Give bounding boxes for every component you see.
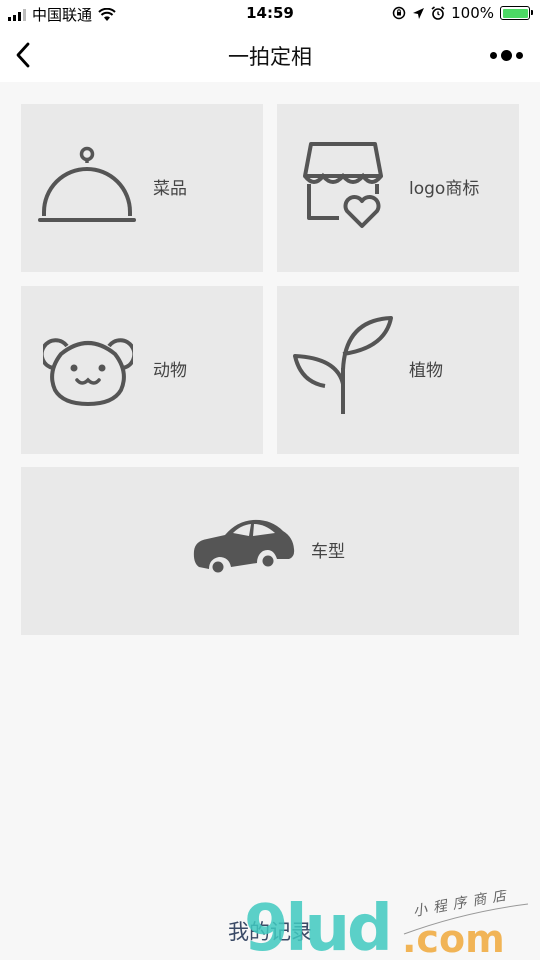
- more-dot: [515, 51, 523, 59]
- category-card-logo[interactable]: logo商标: [277, 104, 519, 272]
- category-card-animal[interactable]: 动物: [21, 286, 263, 454]
- more-button[interactable]: [486, 42, 526, 68]
- category-label: logo商标: [409, 179, 480, 199]
- category-card-food[interactable]: 菜品: [21, 104, 263, 272]
- alarm-icon: [431, 6, 445, 20]
- location-arrow-icon: [413, 7, 425, 19]
- more-dot: [500, 49, 512, 61]
- more-dot: [489, 51, 497, 59]
- category-label: 植物: [409, 361, 443, 381]
- battery-percent: 100%: [451, 4, 494, 22]
- category-card-plant[interactable]: 植物: [277, 286, 519, 454]
- battery-icon: [500, 6, 533, 20]
- rotation-lock-icon: [392, 6, 406, 20]
- category-card-car[interactable]: 车型: [21, 467, 519, 635]
- status-bar: 中国联通 14:59 100%: [0, 0, 540, 28]
- car-icon: [193, 519, 295, 575]
- category-label: 车型: [311, 542, 345, 562]
- food-cover-icon: [38, 146, 136, 222]
- bear-face-icon: [43, 338, 133, 407]
- page-title: 一拍定相: [228, 45, 312, 69]
- nav-bar: 一拍定相: [0, 28, 540, 82]
- status-right: 100%: [392, 4, 533, 22]
- category-label: 菜品: [153, 179, 187, 199]
- my-records-link[interactable]: 我的记录: [0, 916, 540, 946]
- shop-heart-icon: [303, 142, 383, 228]
- sprout-icon: [293, 316, 393, 414]
- category-label: 动物: [153, 361, 187, 381]
